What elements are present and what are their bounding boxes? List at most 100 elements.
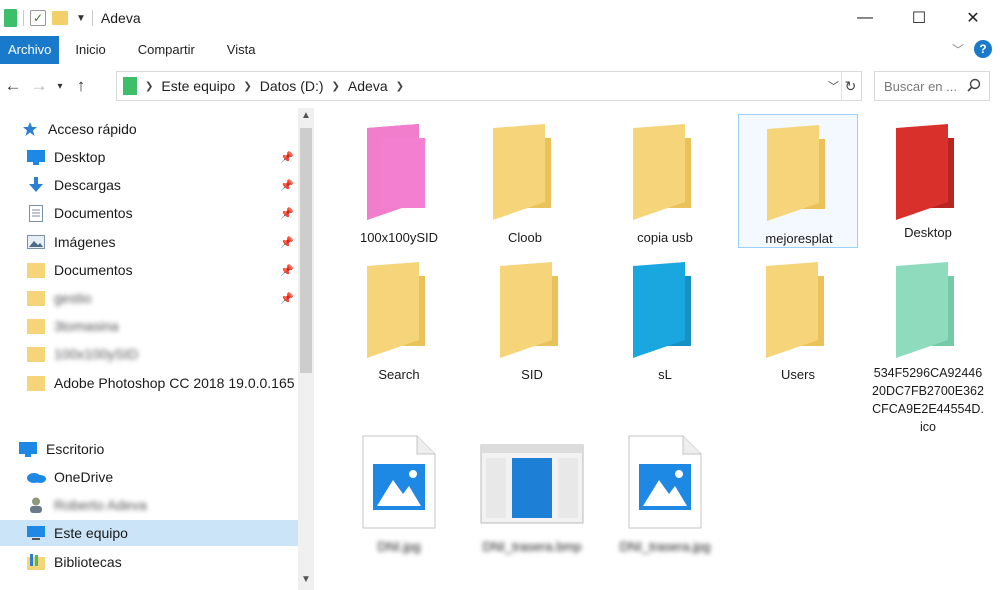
back-button[interactable]: ← bbox=[0, 76, 26, 96]
file-item-mejoresplat[interactable]: mejoresplat bbox=[738, 114, 858, 248]
properties-icon[interactable]: ✓ bbox=[30, 10, 46, 26]
sidebar-item-user[interactable]: Roberto Adeva bbox=[26, 492, 147, 518]
tab-inicio[interactable]: Inicio bbox=[59, 36, 121, 64]
breadcrumb-separator-icon[interactable]: ❯ bbox=[243, 81, 251, 92]
sidebar-label: 100x100ySID bbox=[54, 346, 139, 362]
file-name: Cloob bbox=[508, 230, 542, 245]
breadcrumb-separator-icon[interactable]: ❯ bbox=[332, 81, 340, 92]
file-item-users[interactable]: Users bbox=[738, 256, 858, 391]
navigation-pane: Acceso rápido Desktop 📌 Descargas 📌 Docu… bbox=[0, 108, 318, 590]
title-bar: ✓ ▼ Adeva — ☐ ✕ bbox=[0, 0, 1000, 36]
sidebar-item-imagenes[interactable]: Imágenes bbox=[26, 229, 115, 255]
sidebar-item-acceso-rapido[interactable]: Acceso rápido bbox=[20, 116, 137, 142]
close-icon: ✕ bbox=[966, 10, 980, 27]
up-button[interactable]: ↑ bbox=[68, 76, 94, 96]
ribbon-tabs: Archivo Inicio Compartir Vista ﹀ ? bbox=[0, 36, 1000, 64]
search-icon[interactable] bbox=[967, 78, 981, 92]
breadcrumb-separator-icon[interactable]: ❯ bbox=[396, 81, 404, 92]
download-icon bbox=[26, 176, 46, 194]
recent-locations-icon[interactable]: ▾ bbox=[52, 81, 68, 92]
breadcrumb-separator-icon[interactable]: ❯ bbox=[145, 81, 153, 92]
file-item-dni-jpg[interactable]: DNI.jpg bbox=[339, 430, 459, 560]
pin-icon[interactable]: 📌 bbox=[280, 264, 294, 277]
address-dropdown-icon[interactable]: ﹀ bbox=[828, 78, 839, 94]
sidebar-item-descargas[interactable]: Descargas bbox=[26, 172, 121, 198]
expand-ribbon-icon[interactable]: ﹀ bbox=[952, 41, 964, 58]
file-name: 534F5296CA9244620DC7FB2700E362CFCA9E2E44… bbox=[872, 366, 984, 434]
minimize-button[interactable]: — bbox=[838, 0, 892, 36]
search-box[interactable]: Buscar en ... bbox=[874, 71, 990, 101]
sidebar-item-folder[interactable]: 3tomasina bbox=[26, 313, 119, 339]
file-item-ico[interactable]: 534F5296CA9244620DC7FB2700E362CFCA9E2E44… bbox=[868, 256, 988, 441]
sidebar-label: Desktop bbox=[54, 149, 106, 165]
file-name: 100x100ySID bbox=[359, 230, 439, 245]
file-item-search[interactable]: Search bbox=[339, 256, 459, 391]
sidebar-label: Bibliotecas bbox=[54, 554, 122, 570]
pin-icon[interactable]: 📌 bbox=[280, 179, 294, 192]
file-name: Users bbox=[781, 367, 815, 382]
location-icon bbox=[123, 77, 137, 95]
tab-vista[interactable]: Vista bbox=[211, 36, 272, 64]
folder-icon bbox=[26, 374, 46, 392]
file-name: mejoresplat bbox=[765, 231, 833, 246]
file-item-desktop[interactable]: Desktop bbox=[868, 118, 988, 253]
file-item-sid[interactable]: SID bbox=[472, 256, 592, 391]
scrollbar-thumb[interactable] bbox=[300, 128, 312, 373]
address-bar[interactable]: ❯ Este equipo ❯ Datos (D:) ❯ Adeva ❯ ﹀ ↻ bbox=[116, 71, 862, 101]
folder-icon bbox=[766, 262, 824, 358]
close-button[interactable]: ✕ bbox=[946, 0, 1000, 36]
file-name: sL bbox=[658, 367, 672, 382]
sidebar-item-bibliotecas[interactable]: Bibliotecas bbox=[26, 549, 122, 575]
pin-icon[interactable]: 📌 bbox=[280, 151, 294, 164]
documents-icon bbox=[26, 204, 46, 222]
breadcrumb-datos[interactable]: Datos (D:) bbox=[260, 78, 324, 94]
file-item-sl[interactable]: sL bbox=[605, 256, 725, 391]
new-folder-icon[interactable] bbox=[52, 11, 68, 25]
folder-icon bbox=[26, 289, 46, 307]
sidebar-label: OneDrive bbox=[54, 469, 114, 485]
sidebar-item-escritorio[interactable]: Escritorio bbox=[18, 436, 104, 462]
pin-icon[interactable]: 📌 bbox=[280, 236, 294, 249]
sidebar-item-onedrive[interactable]: OneDrive bbox=[26, 464, 113, 490]
sidebar-item-este-equipo[interactable]: Este equipo bbox=[0, 520, 298, 546]
sidebar-scrollbar[interactable]: ▲ ▼ bbox=[298, 108, 314, 590]
folder-icon bbox=[500, 262, 558, 358]
navigation-bar: ← → ▾ ↑ ❯ Este equipo ❯ Datos (D:) ❯ Ade… bbox=[0, 68, 1000, 104]
sidebar-label: 3tomasina bbox=[54, 318, 119, 334]
file-name: Desktop bbox=[904, 225, 952, 240]
file-name: Search bbox=[378, 367, 420, 382]
tab-archivo[interactable]: Archivo bbox=[0, 36, 60, 64]
maximize-button[interactable]: ☐ bbox=[892, 0, 946, 36]
breadcrumb-este-equipo[interactable]: Este equipo bbox=[161, 78, 235, 94]
folder-icon bbox=[633, 262, 691, 358]
folder-icon bbox=[26, 317, 46, 335]
scroll-up-icon[interactable]: ▲ bbox=[298, 110, 314, 121]
file-item-dni-trasera-bmp[interactable]: DNI_trasera.bmp bbox=[472, 430, 592, 560]
sidebar-item-gestio[interactable]: gestio bbox=[26, 285, 91, 311]
sidebar-label: Roberto Adeva bbox=[54, 497, 147, 513]
sidebar-item-folder[interactable]: 100x100ySID bbox=[26, 341, 138, 367]
scroll-down-icon[interactable]: ▼ bbox=[298, 574, 314, 585]
sidebar-item-documentos[interactable]: Documentos bbox=[26, 200, 133, 226]
breadcrumb-adeva[interactable]: Adeva bbox=[348, 78, 388, 94]
user-icon bbox=[26, 496, 46, 514]
explorer-app-icon[interactable] bbox=[4, 9, 17, 27]
file-name: SID bbox=[521, 367, 543, 382]
file-item-copia-usb[interactable]: copia usb bbox=[605, 118, 725, 253]
file-item-dni-trasera-jpg[interactable]: DNI_trasera.jpg bbox=[605, 430, 725, 560]
pin-icon[interactable]: 📌 bbox=[280, 292, 294, 305]
tab-compartir[interactable]: Compartir bbox=[122, 36, 211, 64]
file-item-100x100ysid[interactable]: 100x100ySID bbox=[339, 118, 459, 253]
folder-icon bbox=[633, 124, 691, 220]
pin-icon[interactable]: 📌 bbox=[280, 207, 294, 220]
image-file-icon bbox=[628, 435, 702, 529]
forward-button[interactable]: → bbox=[26, 76, 52, 96]
help-icon[interactable]: ? bbox=[974, 40, 992, 58]
refresh-icon[interactable]: ↻ bbox=[841, 72, 859, 100]
sidebar-item-adobe-photoshop[interactable]: Adobe Photoshop CC 2018 19.0.0.165 + bbox=[26, 370, 307, 396]
file-item-cloob[interactable]: Cloob bbox=[465, 118, 585, 253]
sidebar-item-documentos-folder[interactable]: Documentos bbox=[26, 257, 133, 283]
sidebar-item-desktop[interactable]: Desktop bbox=[26, 144, 105, 170]
customize-toolbar-icon[interactable]: ▼ bbox=[76, 13, 86, 24]
folder-icon bbox=[767, 125, 825, 221]
